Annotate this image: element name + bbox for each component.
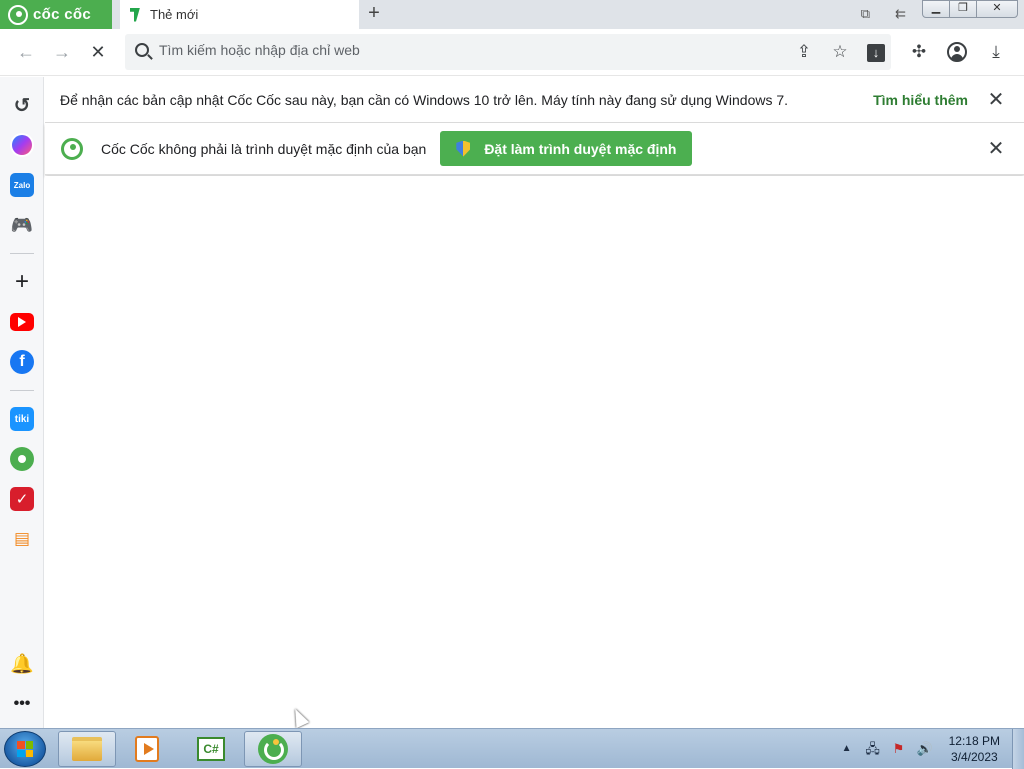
show-desktop-button[interactable]	[1012, 729, 1024, 769]
brand-name: cốc cốc	[33, 6, 91, 23]
set-default-label: Đặt làm trình duyệt mặc định	[484, 140, 677, 157]
minimize-button[interactable]: ▁	[922, 0, 950, 18]
sidebar-divider	[10, 390, 34, 391]
more-icon[interactable]: •••	[10, 692, 34, 716]
system-tray: ▲ 🖧 ⚑ 🔊 12:18 PM 3/4/2023	[839, 729, 1024, 769]
extensions-icon[interactable]: ✣	[907, 40, 931, 64]
sidebar: ↺ Zalo 🎮 + f tiki ✓ ▤ 🔔 •••	[0, 77, 44, 728]
window-controls: ▁ ❐ ✕	[922, 0, 1018, 18]
facebook-icon[interactable]: f	[10, 350, 34, 374]
close-update-infobar-button[interactable]: ✕	[986, 90, 1006, 110]
forward-button[interactable]: →	[50, 40, 74, 64]
browser-toolbar: ← → ✕ ⇪ ☆ ↓ ✣ ⤓	[0, 29, 1024, 76]
page-content[interactable]	[45, 176, 1024, 728]
clock-date: 3/4/2023	[950, 750, 998, 764]
messenger-icon[interactable]	[10, 133, 34, 157]
history-icon[interactable]: ↺	[10, 93, 34, 117]
search-icon	[135, 43, 149, 57]
coccoc-logo-icon	[61, 137, 83, 160]
taskbar-csharp[interactable]: C#	[182, 731, 240, 767]
screen-capture-icon[interactable]: ⧉	[861, 6, 870, 22]
sidebar-divider	[10, 253, 34, 254]
coccoc-menu-button[interactable]: cốc cốc	[0, 0, 112, 29]
default-browser-message: Cốc Cốc không phải là trình duyệt mặc đị…	[101, 140, 427, 157]
zalo-icon[interactable]: Zalo	[10, 173, 34, 197]
bell-icon[interactable]: 🔔	[10, 652, 34, 676]
downloads-icon[interactable]: ⤓	[984, 40, 1008, 64]
stop-loading-button[interactable]: ✕	[86, 40, 110, 64]
clock-time: 12:18 PM	[948, 734, 1000, 748]
learn-more-link[interactable]: Tìm hiểu thêm	[873, 92, 968, 108]
close-window-button[interactable]: ✕	[976, 0, 1018, 18]
volume-icon[interactable]: 🔊	[917, 741, 933, 757]
download-to-device-icon[interactable]: ↓	[864, 40, 888, 64]
tiki-icon[interactable]: tiki	[10, 407, 34, 431]
profile-icon[interactable]	[945, 40, 969, 64]
media-player-icon	[135, 736, 159, 762]
checklist-icon[interactable]: ✓	[10, 487, 34, 511]
network-icon[interactable]: 🖧	[865, 741, 881, 757]
maximize-button[interactable]: ❐	[949, 0, 977, 18]
games-icon[interactable]: 🎮	[10, 213, 34, 237]
show-hidden-icons-arrow-icon[interactable]: ▲	[839, 741, 855, 757]
update-message: Để nhận các bản cập nhật Cốc Cốc sau này…	[60, 91, 789, 108]
add-icon[interactable]: +	[10, 268, 34, 295]
taskbar-coccoc[interactable]	[244, 731, 302, 767]
new-tab-button[interactable]: +	[362, 2, 386, 26]
tab-search-icon[interactable]: ⇇	[895, 6, 906, 22]
tab-favicon-icon	[130, 7, 140, 22]
share-icon[interactable]: ⇪	[792, 40, 816, 64]
tab-title: Thẻ mới	[150, 7, 199, 22]
shop-icon[interactable]: ▤	[10, 527, 34, 551]
uac-shield-icon	[456, 140, 471, 157]
coccoc-logo-icon	[8, 4, 28, 25]
set-default-browser-button[interactable]: Đặt làm trình duyệt mặc định	[440, 131, 693, 166]
star-icon[interactable]: ☆	[828, 40, 852, 64]
csharp-icon: C#	[197, 737, 225, 761]
windows-logo-icon	[17, 741, 33, 757]
address-bar[interactable]: ⇪ ☆ ↓	[125, 34, 891, 70]
title-bar: cốc cốc Thẻ mới + ⧉ ⇇ ▁ ❐ ✕	[0, 0, 1024, 29]
start-button[interactable]	[4, 731, 46, 767]
action-center-flag-icon[interactable]: ⚑	[891, 741, 907, 757]
update-infobar: Để nhận các bản cập nhật Cốc Cốc sau này…	[45, 77, 1024, 123]
tab-new-tab[interactable]: Thẻ mới	[120, 0, 359, 29]
football-icon[interactable]	[10, 447, 34, 471]
address-input[interactable]	[159, 42, 759, 58]
close-default-infobar-button[interactable]: ✕	[986, 139, 1006, 159]
clock[interactable]: 12:18 PM 3/4/2023	[949, 733, 1000, 765]
back-button[interactable]: ←	[14, 40, 38, 64]
taskbar-file-explorer[interactable]	[58, 731, 116, 767]
taskbar-media-player[interactable]	[118, 731, 176, 767]
windows-taskbar: C# ▲ 🖧 ⚑ 🔊 12:18 PM 3/4/2023	[0, 728, 1024, 769]
youtube-icon[interactable]	[10, 313, 34, 331]
file-explorer-icon	[72, 737, 102, 761]
default-browser-infobar: Cốc Cốc không phải là trình duyệt mặc đị…	[45, 123, 1024, 175]
coccoc-icon	[258, 734, 288, 764]
